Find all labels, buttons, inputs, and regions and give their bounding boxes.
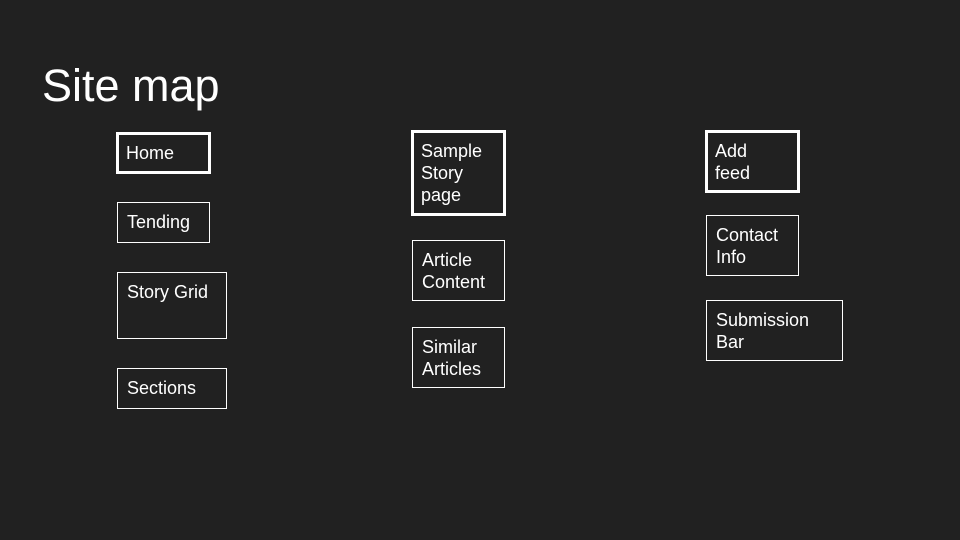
sitemap-node-submission-bar[interactable]: Submission Bar [706, 300, 843, 361]
sitemap-node-sample-story-page[interactable]: Sample Story page [411, 130, 506, 216]
sitemap-node-similar-articles[interactable]: Similar Articles [412, 327, 505, 388]
page-title: Site map [42, 60, 220, 111]
node-label: Story Grid [127, 282, 209, 302]
node-label: Sample Story page [421, 141, 483, 205]
node-label: Submission Bar [716, 310, 810, 352]
node-label: Add feed [715, 141, 751, 183]
sitemap-node-tending[interactable]: Tending [117, 202, 210, 243]
node-label: Sections [127, 378, 197, 398]
node-label: Article Content [422, 250, 486, 292]
node-label: Similar Articles [422, 337, 482, 379]
node-label: Tending [127, 212, 191, 232]
sitemap-node-contact-info[interactable]: Contact Info [706, 215, 799, 276]
node-label: Contact Info [716, 225, 779, 267]
node-label: Home [126, 143, 175, 163]
sitemap-node-sections[interactable]: Sections [117, 368, 227, 409]
slide: Site map Home Tending Story Grid Section… [0, 0, 960, 540]
sitemap-node-home[interactable]: Home [116, 132, 211, 174]
sitemap-node-story-grid[interactable]: Story Grid [117, 272, 227, 339]
sitemap-node-article-content[interactable]: Article Content [412, 240, 505, 301]
sitemap-node-add-feed[interactable]: Add feed [705, 130, 800, 193]
